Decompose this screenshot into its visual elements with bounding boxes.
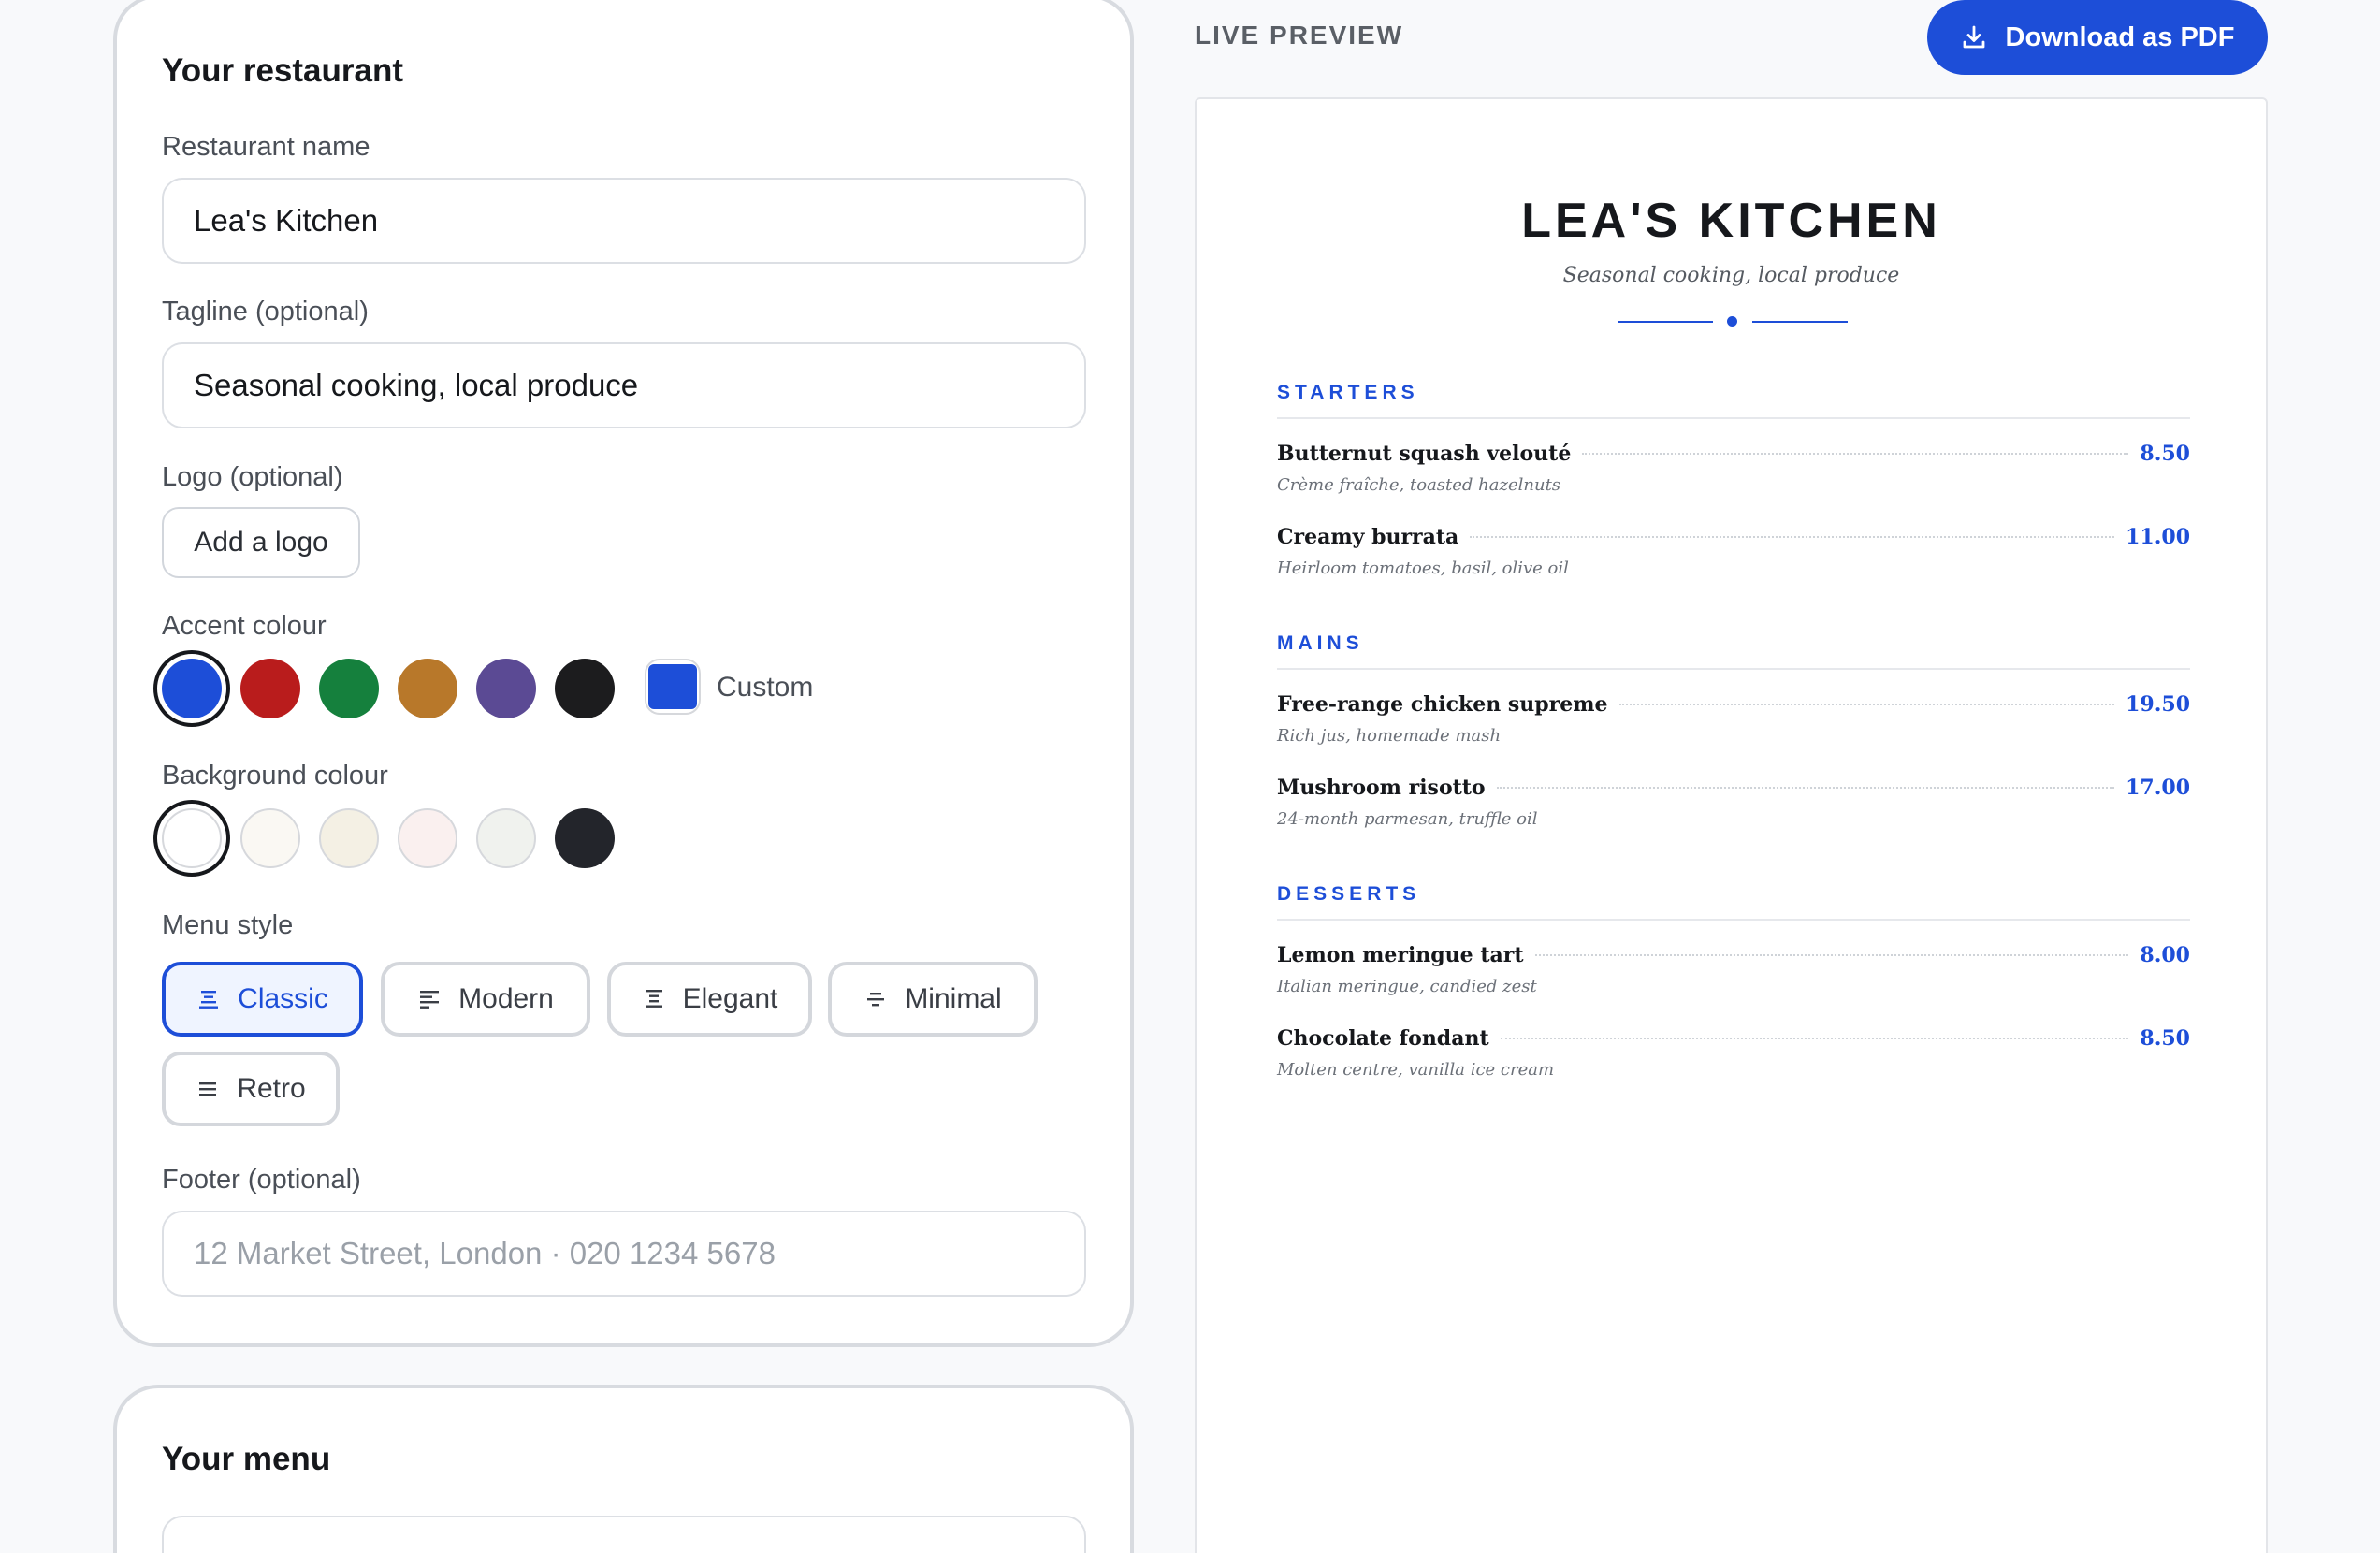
background-swatch[interactable] (319, 808, 379, 868)
menu-section: STARTERS Butternut squash velouté 8.50 Crèm… (1277, 382, 2190, 578)
align-left-icon (420, 991, 440, 1009)
logo-label: Logo (optional) (162, 462, 343, 492)
style-elegant-button[interactable]: Elegant (607, 962, 812, 1037)
tagline-input[interactable] (162, 342, 1086, 428)
menu-item-name: Free-range chicken supreme (1277, 692, 1608, 717)
menu-item-name: Butternut squash velouté (1277, 442, 1572, 466)
accent-swatch[interactable] (555, 659, 615, 718)
style-elegant-label: Elegant (682, 983, 778, 1014)
menu-item-name: Mushroom risotto (1277, 776, 1486, 800)
menu-item-leader (1534, 954, 2129, 956)
style-retro-button[interactable]: Retro (162, 1052, 340, 1126)
menu-section-title: STARTERS (1277, 382, 2190, 419)
accent-swatch[interactable] (319, 659, 379, 718)
style-modern-button[interactable]: Modern (381, 962, 590, 1037)
style-classic-button[interactable]: Classic (162, 962, 363, 1037)
align-justify-center-icon (645, 990, 662, 1008)
accent-swatch[interactable] (240, 659, 300, 718)
menu-item-description: Molten centre, vanilla ice cream (1277, 1060, 1555, 1080)
menu-item-leader (1496, 787, 2115, 789)
menu-item-price: 11.00 (2126, 525, 2190, 549)
menu-item-price: 8.50 (2140, 442, 2190, 466)
menu-item: Chocolate fondant 8.50 Molten centre, vani… (1277, 1026, 2190, 1080)
menu-item: Free-range chicken supreme 19.50 Rich jus,… (1277, 692, 2190, 746)
add-logo-button[interactable]: Add a logo (162, 507, 360, 578)
background-swatch[interactable] (240, 808, 300, 868)
style-modern-label: Modern (458, 983, 554, 1014)
menu-item-name: Chocolate fondant (1277, 1026, 1489, 1051)
menu-item-description: Italian meringue, candied zest (1277, 977, 1537, 996)
style-minimal-label: Minimal (905, 983, 1002, 1014)
menu-item-leader (1470, 536, 2115, 538)
download-pdf-button[interactable]: Download as PDF (1927, 0, 2268, 75)
custom-colour-label: Custom (717, 672, 814, 703)
menu-item-name: Lemon meringue tart (1277, 943, 1524, 967)
menu-item-description: Crème fraîche, toasted hazelnuts (1277, 475, 1561, 495)
menu-item-price: 8.00 (2140, 943, 2190, 967)
menu-item: Creamy burrata 11.00 Heirloom tomatoes, ba… (1277, 525, 2190, 578)
style-minimal-button[interactable]: Minimal (828, 962, 1038, 1037)
accent-swatch[interactable] (476, 659, 536, 718)
menu-item-price: 17.00 (2126, 776, 2190, 800)
download-icon (1963, 25, 1984, 49)
menu-preview-page: LEA'S KITCHEN Seasonal cooking, local pr… (1195, 97, 2268, 1553)
background-swatch[interactable] (476, 808, 536, 868)
live-preview-label: LIVE PREVIEW (1195, 21, 1404, 50)
menu-lines-icon (199, 1082, 217, 1096)
menu-item-price: 8.50 (2140, 1026, 2190, 1051)
accent-colour-label: Accent colour (162, 611, 327, 641)
menu-item-leader (1582, 453, 2129, 455)
menu-tagline: Seasonal cooking, local produce (1562, 264, 1900, 287)
menu-style-label: Menu style (162, 910, 294, 940)
footer-label: Footer (optional) (162, 1165, 361, 1195)
menu-card-title: Your menu (162, 1441, 331, 1477)
restaurant-settings-card: Your restaurant Restaurant name Tagline … (113, 0, 1134, 1347)
menu-item: Butternut squash velouté 8.50 Crème fraîch… (1277, 442, 2190, 495)
menu-item: Mushroom risotto 17.00 24-month parmesan, … (1277, 776, 2190, 829)
restaurant-name-label: Restaurant name (162, 132, 370, 162)
download-pdf-label: Download as PDF (2005, 22, 2235, 52)
background-swatch[interactable] (555, 808, 615, 868)
card-title: Your restaurant (162, 52, 404, 89)
menu-section: DESSERTS Lemon meringue tart 8.00 Italian m… (1277, 883, 2190, 1080)
menu-item-price: 19.50 (2126, 692, 2190, 717)
tagline-label: Tagline (optional) (162, 297, 369, 327)
style-classic-label: Classic (238, 983, 328, 1014)
title-ornament (1618, 316, 1848, 327)
menu-item-leader (1618, 704, 2115, 705)
menu-item: Lemon meringue tart 8.00 Italian meringue,… (1277, 943, 2190, 996)
menu-item-description: Heirloom tomatoes, basil, olive oil (1277, 559, 1569, 578)
accent-swatch[interactable] (162, 659, 222, 718)
custom-colour-picker[interactable] (645, 659, 701, 715)
background-swatch[interactable] (162, 808, 222, 868)
menu-items-card: Your menu (113, 1385, 1134, 1553)
align-center-icon (199, 991, 219, 1009)
menu-item-leader (1500, 1038, 2129, 1039)
background-swatch[interactable] (398, 808, 457, 868)
menu-section-input[interactable] (162, 1516, 1086, 1553)
minimal-lines-icon (867, 993, 885, 1007)
custom-colour-fill (648, 664, 697, 709)
menu-section-title: MAINS (1277, 632, 2190, 670)
accent-swatch[interactable] (398, 659, 457, 718)
menu-item-description: 24-month parmesan, truffle oil (1277, 809, 1538, 829)
footer-input[interactable] (162, 1211, 1086, 1297)
restaurant-name-input[interactable] (162, 178, 1086, 264)
add-logo-button-label: Add a logo (194, 527, 328, 558)
background-colour-label: Background colour (162, 761, 388, 791)
menu-item-description: Rich jus, homemade mash (1277, 726, 1502, 746)
menu-section-title: DESSERTS (1277, 883, 2190, 921)
menu-restaurant-name: LEA'S KITCHEN (1521, 194, 1941, 248)
style-retro-label: Retro (237, 1073, 306, 1104)
menu-section: MAINS Free-range chicken supreme 19.50 Rich… (1277, 632, 2190, 829)
menu-item-name: Creamy burrata (1277, 525, 1459, 549)
